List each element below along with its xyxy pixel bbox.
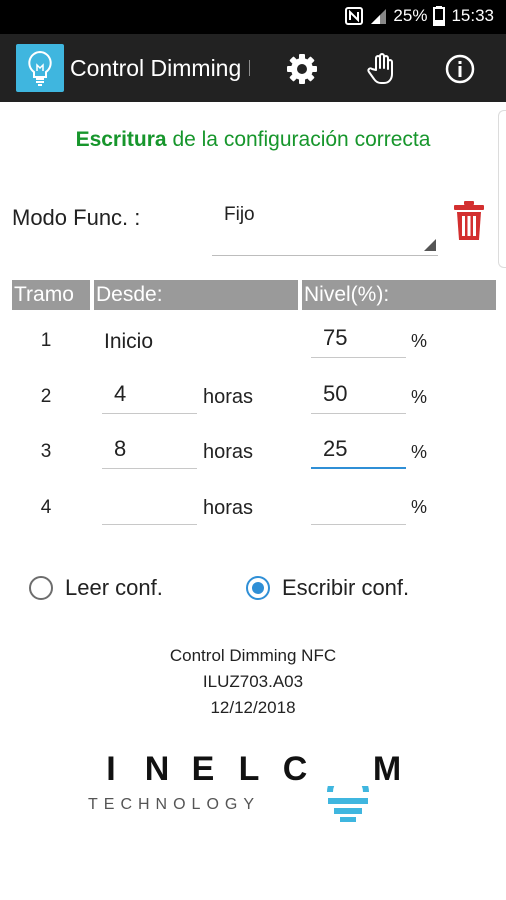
modo-select-value: Fijo <box>224 204 255 225</box>
status-bar-right: 25% 15:33 <box>345 6 494 26</box>
desde-field-2[interactable]: 4 <box>102 378 197 414</box>
signal-icon <box>369 7 387 25</box>
gear-icon[interactable] <box>285 52 319 86</box>
brand-o-mark <box>327 786 369 822</box>
nfc-icon <box>345 7 364 25</box>
radio-label: Leer conf. <box>65 575 163 600</box>
info-icon[interactable] <box>443 52 477 86</box>
modo-label: Modo Func. : <box>12 205 141 230</box>
battery-icon <box>433 6 446 26</box>
header-tramo: Tramo <box>12 280 90 310</box>
brand-sub: TECHNOLOGY <box>88 796 261 813</box>
nivel-field-2[interactable]: 50 <box>311 378 406 414</box>
status-bar: 25% 15:33 <box>0 0 506 34</box>
percent-label: % <box>411 387 428 407</box>
lightbulb-icon <box>16 44 64 92</box>
header-desde: Desde: <box>94 280 298 310</box>
horas-label: horas <box>203 497 254 519</box>
row-number: 1 <box>40 330 52 351</box>
percent-label: % <box>411 497 428 517</box>
percent-label: % <box>411 442 428 462</box>
modo-select[interactable]: Fijo <box>212 200 438 256</box>
radio-escribir-conf[interactable]: Escribir conf. <box>246 575 409 601</box>
desde-field-3[interactable]: 8 <box>102 433 197 469</box>
status-message: Escritura de la configuración correcta <box>0 128 506 152</box>
row-number: 4 <box>40 497 52 518</box>
horas-label: horas <box>203 386 254 408</box>
header-nivel: Nivel(%): <box>302 280 496 310</box>
battery-percent: 25% <box>393 6 428 25</box>
row-number: 2 <box>40 386 52 407</box>
app-bar: Control Dimming NFC <box>0 34 506 102</box>
hand-pointer-icon[interactable] <box>364 52 398 86</box>
horas-label: horas <box>203 441 254 463</box>
info-version: ILUZ703.A03 <box>202 672 304 691</box>
desde-field-4[interactable] <box>102 489 197 525</box>
percent-label: % <box>411 331 428 351</box>
inelcom-logo: INELCOM TECHNOLOGY <box>88 750 428 822</box>
radio-button[interactable] <box>29 576 53 600</box>
row-number: 3 <box>40 441 52 462</box>
delete-icon[interactable] <box>452 200 486 242</box>
nivel-field-4[interactable] <box>311 489 406 525</box>
info-date: 12/12/2018 <box>210 698 296 717</box>
clock: 15:33 <box>451 6 494 25</box>
status-message-bold: Escritura <box>75 128 167 151</box>
nivel-field-1[interactable]: 75 <box>311 322 406 358</box>
radio-button-selected[interactable] <box>246 576 270 600</box>
radio-label: Escribir conf. <box>282 575 410 600</box>
brand-name: INELCOM <box>106 750 402 788</box>
nivel-field-3[interactable]: 25 <box>311 433 406 469</box>
radio-leer-conf[interactable]: Leer conf. <box>29 575 163 601</box>
app-title: Control Dimming NFC <box>70 55 250 81</box>
dropdown-triangle-icon <box>424 239 436 251</box>
status-message-rest: de la configuración correcta <box>166 128 431 151</box>
desde-inicio: Inicio <box>104 330 154 353</box>
info-app-name: Control Dimming NFC <box>169 646 337 665</box>
